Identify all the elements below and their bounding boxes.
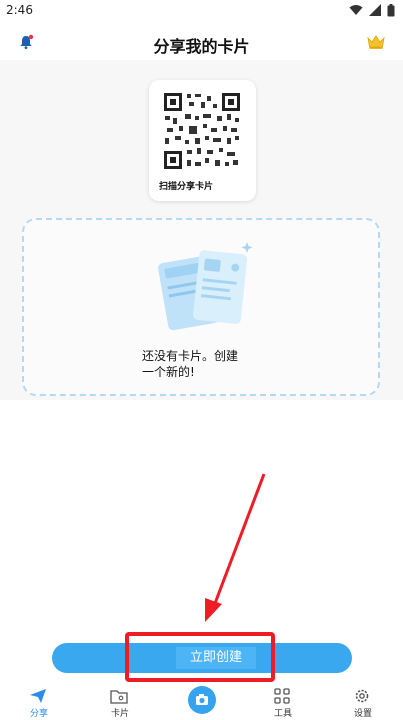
status-time: 2:46	[6, 3, 33, 17]
content-area: 扫描分享卡片 还没有卡片。创建 一个新的!	[0, 60, 403, 400]
card-folder-icon	[110, 690, 128, 704]
camera-icon	[196, 694, 208, 705]
empty-state-line-2: 一个新的!	[142, 365, 195, 379]
nav-label-tools: 工具	[273, 709, 292, 719]
qr-card-label: 扫描分享卡片	[159, 182, 214, 192]
empty-state-text: 还没有卡片。创建 一个新的!	[142, 348, 282, 380]
grid-icon	[274, 688, 290, 704]
signal-icon	[369, 4, 381, 16]
cards-illustration	[158, 242, 253, 331]
empty-state-card[interactable]: 还没有卡片。创建 一个新的!	[22, 218, 380, 396]
nav-item-tools[interactable]: 工具	[253, 684, 313, 720]
nav-item-settings[interactable]: 设置	[333, 684, 393, 720]
page-title: 分享我的卡片	[153, 37, 250, 56]
qr-card[interactable]: 扫描分享卡片	[149, 80, 256, 201]
battery-icon	[387, 3, 395, 16]
crown-icon[interactable]	[367, 35, 385, 49]
qr-code-image	[163, 92, 241, 170]
gear-icon	[355, 689, 369, 703]
bottom-nav: 分享 卡片 工具 设置	[0, 684, 403, 720]
empty-state-line-1: 还没有卡片。创建	[142, 349, 239, 363]
nav-item-share[interactable]: 分享	[9, 684, 69, 720]
header: 分享我的卡片	[0, 22, 403, 60]
annotation-highlight-box	[125, 632, 275, 682]
nav-label-cards: 卡片	[110, 709, 129, 719]
send-icon	[30, 689, 46, 703]
wifi-icon	[349, 5, 363, 15]
status-bar: 2:46	[0, 0, 403, 22]
nav-center-camera-button[interactable]	[188, 686, 216, 714]
nav-label-share: 分享	[29, 709, 48, 719]
nav-label-settings: 设置	[353, 709, 372, 719]
nav-item-cards[interactable]: 卡片	[90, 684, 150, 720]
status-icons	[349, 3, 395, 17]
